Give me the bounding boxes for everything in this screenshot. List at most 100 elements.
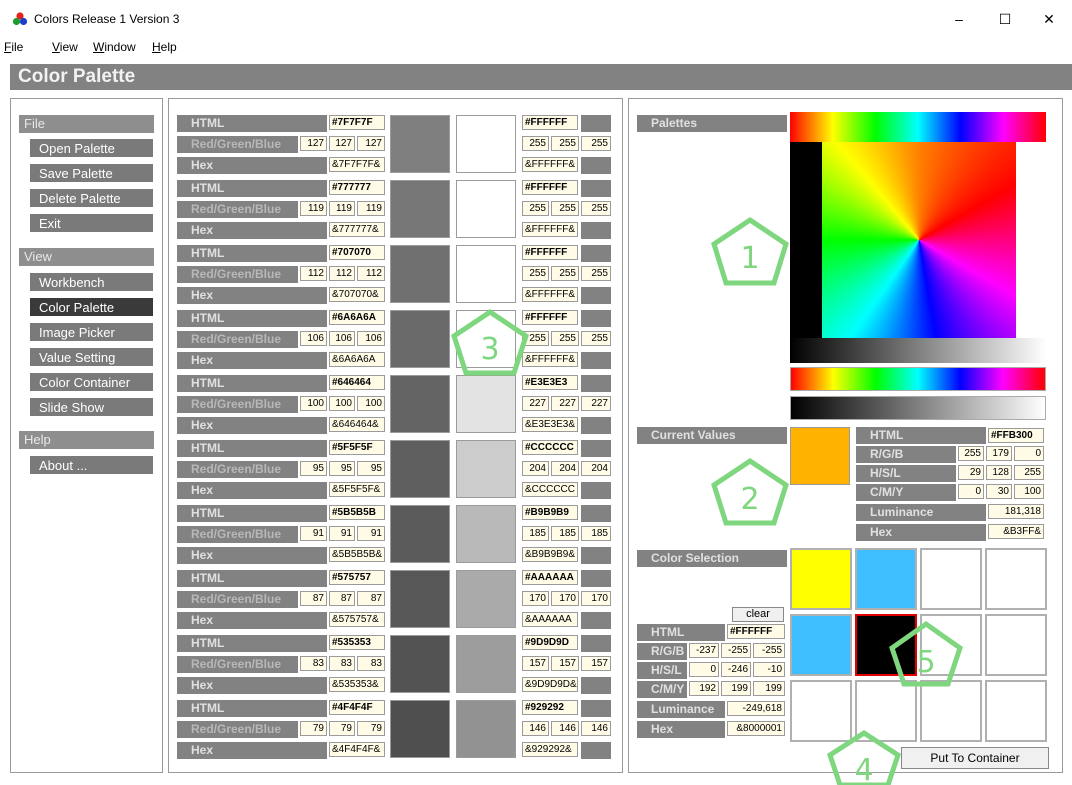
row-g-value: 106 [329,331,355,346]
palette-table: HTML #7F7F7F Red/Green/Blue 127 127 127 Hex &7F… [168,98,623,773]
put-to-container-button[interactable]: Put To Container [901,747,1049,769]
sidebar-item-image-picker[interactable]: Image Picker [30,323,153,341]
side-bar [581,635,611,652]
sidebar-item-open-palette[interactable]: Open Palette [30,139,153,157]
menu-bar: File View Window Help [0,38,1072,58]
row-html-label: HTML [177,570,327,587]
gray-gradient-bar[interactable] [790,338,1046,363]
sidebar-item-color-palette[interactable]: Color Palette [30,298,153,316]
row-hex-value: &575757& [329,612,385,627]
complement-hex-value: &AAAAAA [522,612,578,627]
selection-rgb-label: R/G/B [637,643,687,660]
color-swatch[interactable] [390,245,450,303]
color-swatch[interactable] [390,635,450,693]
complement-b-value: 255 [581,266,611,281]
complement-swatch[interactable] [456,505,516,563]
color-swatch[interactable] [390,700,450,758]
clear-button[interactable]: clear [732,607,784,622]
complement-b-value: 157 [581,656,611,671]
white-strip[interactable] [1016,142,1046,338]
complement-swatch[interactable] [456,570,516,628]
hue-bar[interactable] [790,112,1046,142]
sidebar-item-exit[interactable]: Exit [30,214,153,232]
complement-g-value: 255 [551,136,579,151]
page-title: Color Palette [10,64,1072,90]
maximize-button[interactable]: ☐ [982,6,1028,32]
right-panel: Palettes Current Values HTML #FFB300 R/G… [628,98,1063,773]
sidebar-item-color-container[interactable]: Color Container [30,373,153,391]
complement-b-value: 255 [581,201,611,216]
close-button[interactable]: ✕ [1026,6,1072,32]
menu-window[interactable]: Window [93,40,136,54]
complement-html-value: #FFFFFF [522,310,578,325]
complement-swatch[interactable] [456,245,516,303]
complement-swatch[interactable] [456,375,516,433]
row-hex-label: Hex [177,287,327,304]
row-html-value: #7F7F7F [329,115,385,130]
complement-b-value: 185 [581,526,611,541]
current-c-value: 0 [958,484,984,499]
sidebar-item-delete-palette[interactable]: Delete Palette [30,189,153,207]
side-bar [581,352,611,369]
row-g-value: 79 [329,721,355,736]
sidebar-item-about[interactable]: About ... [30,456,153,474]
container-cell[interactable] [920,614,982,676]
row-rgb-label: Red/Green/Blue [177,721,298,738]
current-html-value: #FFB300 [988,428,1044,443]
complement-g-value: 255 [551,331,579,346]
container-cell[interactable] [855,614,917,676]
complement-swatch[interactable] [456,440,516,498]
row-b-value: 119 [357,201,385,216]
current-h-value: 29 [958,465,984,480]
black-strip[interactable] [790,142,822,338]
current-hex-value: &B3FF& [988,524,1044,539]
color-swatch[interactable] [390,440,450,498]
container-cell[interactable] [790,548,852,610]
current-b-value: 0 [1014,446,1044,461]
complement-swatch[interactable] [456,180,516,238]
color-swatch[interactable] [390,570,450,628]
row-html-label: HTML [177,375,327,392]
minimize-button[interactable]: – [936,6,982,32]
side-bar [581,440,611,457]
hue-slider[interactable] [790,367,1046,391]
container-cell[interactable] [790,614,852,676]
complement-swatch[interactable] [456,310,516,368]
container-cell[interactable] [985,680,1047,742]
color-swatch[interactable] [390,375,450,433]
row-html-value: #707070 [329,245,385,260]
color-wheel[interactable] [822,142,1016,338]
side-bar [581,677,611,694]
sidebar-item-save-palette[interactable]: Save Palette [30,164,153,182]
menu-view[interactable]: View [52,40,78,54]
row-r-value: 83 [300,656,327,671]
container-cell[interactable] [855,680,917,742]
complement-swatch[interactable] [456,115,516,173]
color-swatch[interactable] [390,310,450,368]
row-hex-value: &4F4F4F& [329,742,385,757]
color-swatch[interactable] [390,505,450,563]
complement-r-value: 255 [522,331,549,346]
container-cell[interactable] [790,680,852,742]
sidebar-item-value-setting[interactable]: Value Setting [30,348,153,366]
sidebar-item-workbench[interactable]: Workbench [30,273,153,291]
menu-file[interactable]: File [4,40,23,54]
container-cell[interactable] [920,548,982,610]
lightness-slider[interactable] [790,396,1046,420]
row-hex-value: &646464& [329,417,385,432]
menu-help[interactable]: Help [152,40,177,54]
selection-html-label: HTML [637,624,725,641]
complement-swatch[interactable] [456,635,516,693]
container-cell[interactable] [920,680,982,742]
color-swatch[interactable] [390,115,450,173]
container-cell[interactable] [985,614,1047,676]
row-html-value: #5F5F5F [329,440,385,455]
color-swatch[interactable] [390,180,450,238]
sidebar-item-slide-show[interactable]: Slide Show [30,398,153,416]
container-cell[interactable] [985,548,1047,610]
side-bar [581,157,611,174]
complement-swatch[interactable] [456,700,516,758]
complement-html-value: #B9B9B9 [522,505,578,520]
complement-g-value: 227 [551,396,579,411]
container-cell[interactable] [855,548,917,610]
